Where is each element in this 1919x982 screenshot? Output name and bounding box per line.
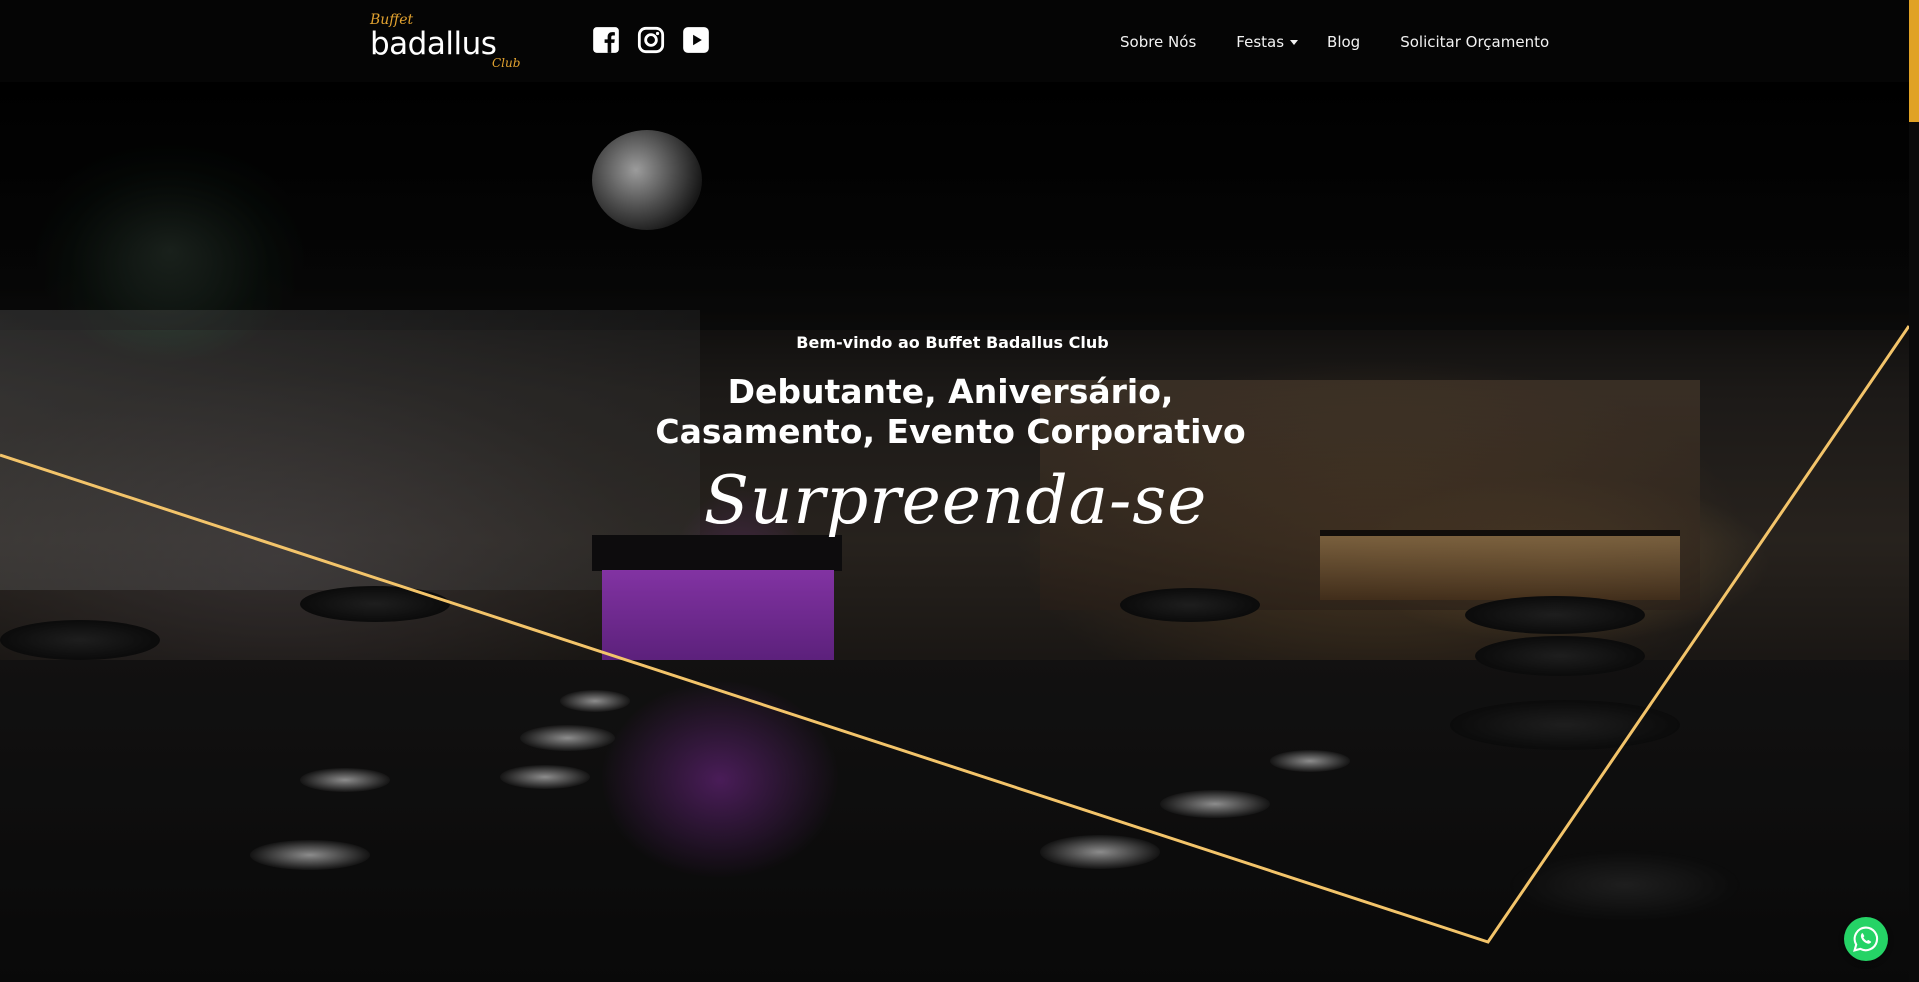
- nav-item-sobre-nos[interactable]: Sobre Nós: [1120, 33, 1196, 51]
- main-nav: Sobre Nós Festas Blog Solicitar Orçament…: [1120, 33, 1549, 51]
- hero-script-text: Surpreenda-se: [703, 462, 1208, 539]
- facebook-icon: [593, 27, 619, 53]
- hero-welcome-text: Bem-vindo ao Buffet Badallus Club: [796, 333, 1109, 352]
- whatsapp-button[interactable]: [1844, 917, 1888, 961]
- instagram-icon: [637, 26, 665, 54]
- nav-item-blog[interactable]: Blog: [1327, 33, 1360, 51]
- nav-item-solicitar-orcamento[interactable]: Solicitar Orçamento: [1400, 33, 1549, 51]
- site-header: Buffet badallus Club Sobre Nós Festas Bl…: [0, 0, 1909, 82]
- hero-headline-line2: Casamento, Evento Corporativo: [655, 412, 1246, 451]
- logo[interactable]: Buffet badallus Club: [370, 12, 530, 72]
- hero-script-tagline: Surpreenda-se: [0, 462, 1909, 539]
- nav-item-festas-label: Festas: [1236, 33, 1285, 51]
- hero-welcome: Bem-vindo ao Buffet Badallus Club: [0, 333, 1909, 352]
- instagram-link[interactable]: [637, 26, 665, 54]
- logo-name-text: badallus: [370, 26, 497, 62]
- youtube-icon: [683, 27, 709, 53]
- scrollbar-thumb[interactable]: [1909, 0, 1919, 122]
- hero-headline: Debutante, Aniversário, Casamento, Event…: [0, 372, 1909, 452]
- facebook-link[interactable]: [592, 26, 620, 54]
- logo-club-text: Club: [492, 56, 521, 70]
- chevron-down-icon: [1290, 39, 1299, 45]
- whatsapp-icon: [1853, 926, 1879, 952]
- nav-item-festas[interactable]: Festas: [1236, 33, 1299, 51]
- scrollbar-track[interactable]: [1909, 0, 1919, 982]
- youtube-link[interactable]: [682, 26, 710, 54]
- hero-headline-line1: Debutante, Aniversário,: [727, 372, 1174, 411]
